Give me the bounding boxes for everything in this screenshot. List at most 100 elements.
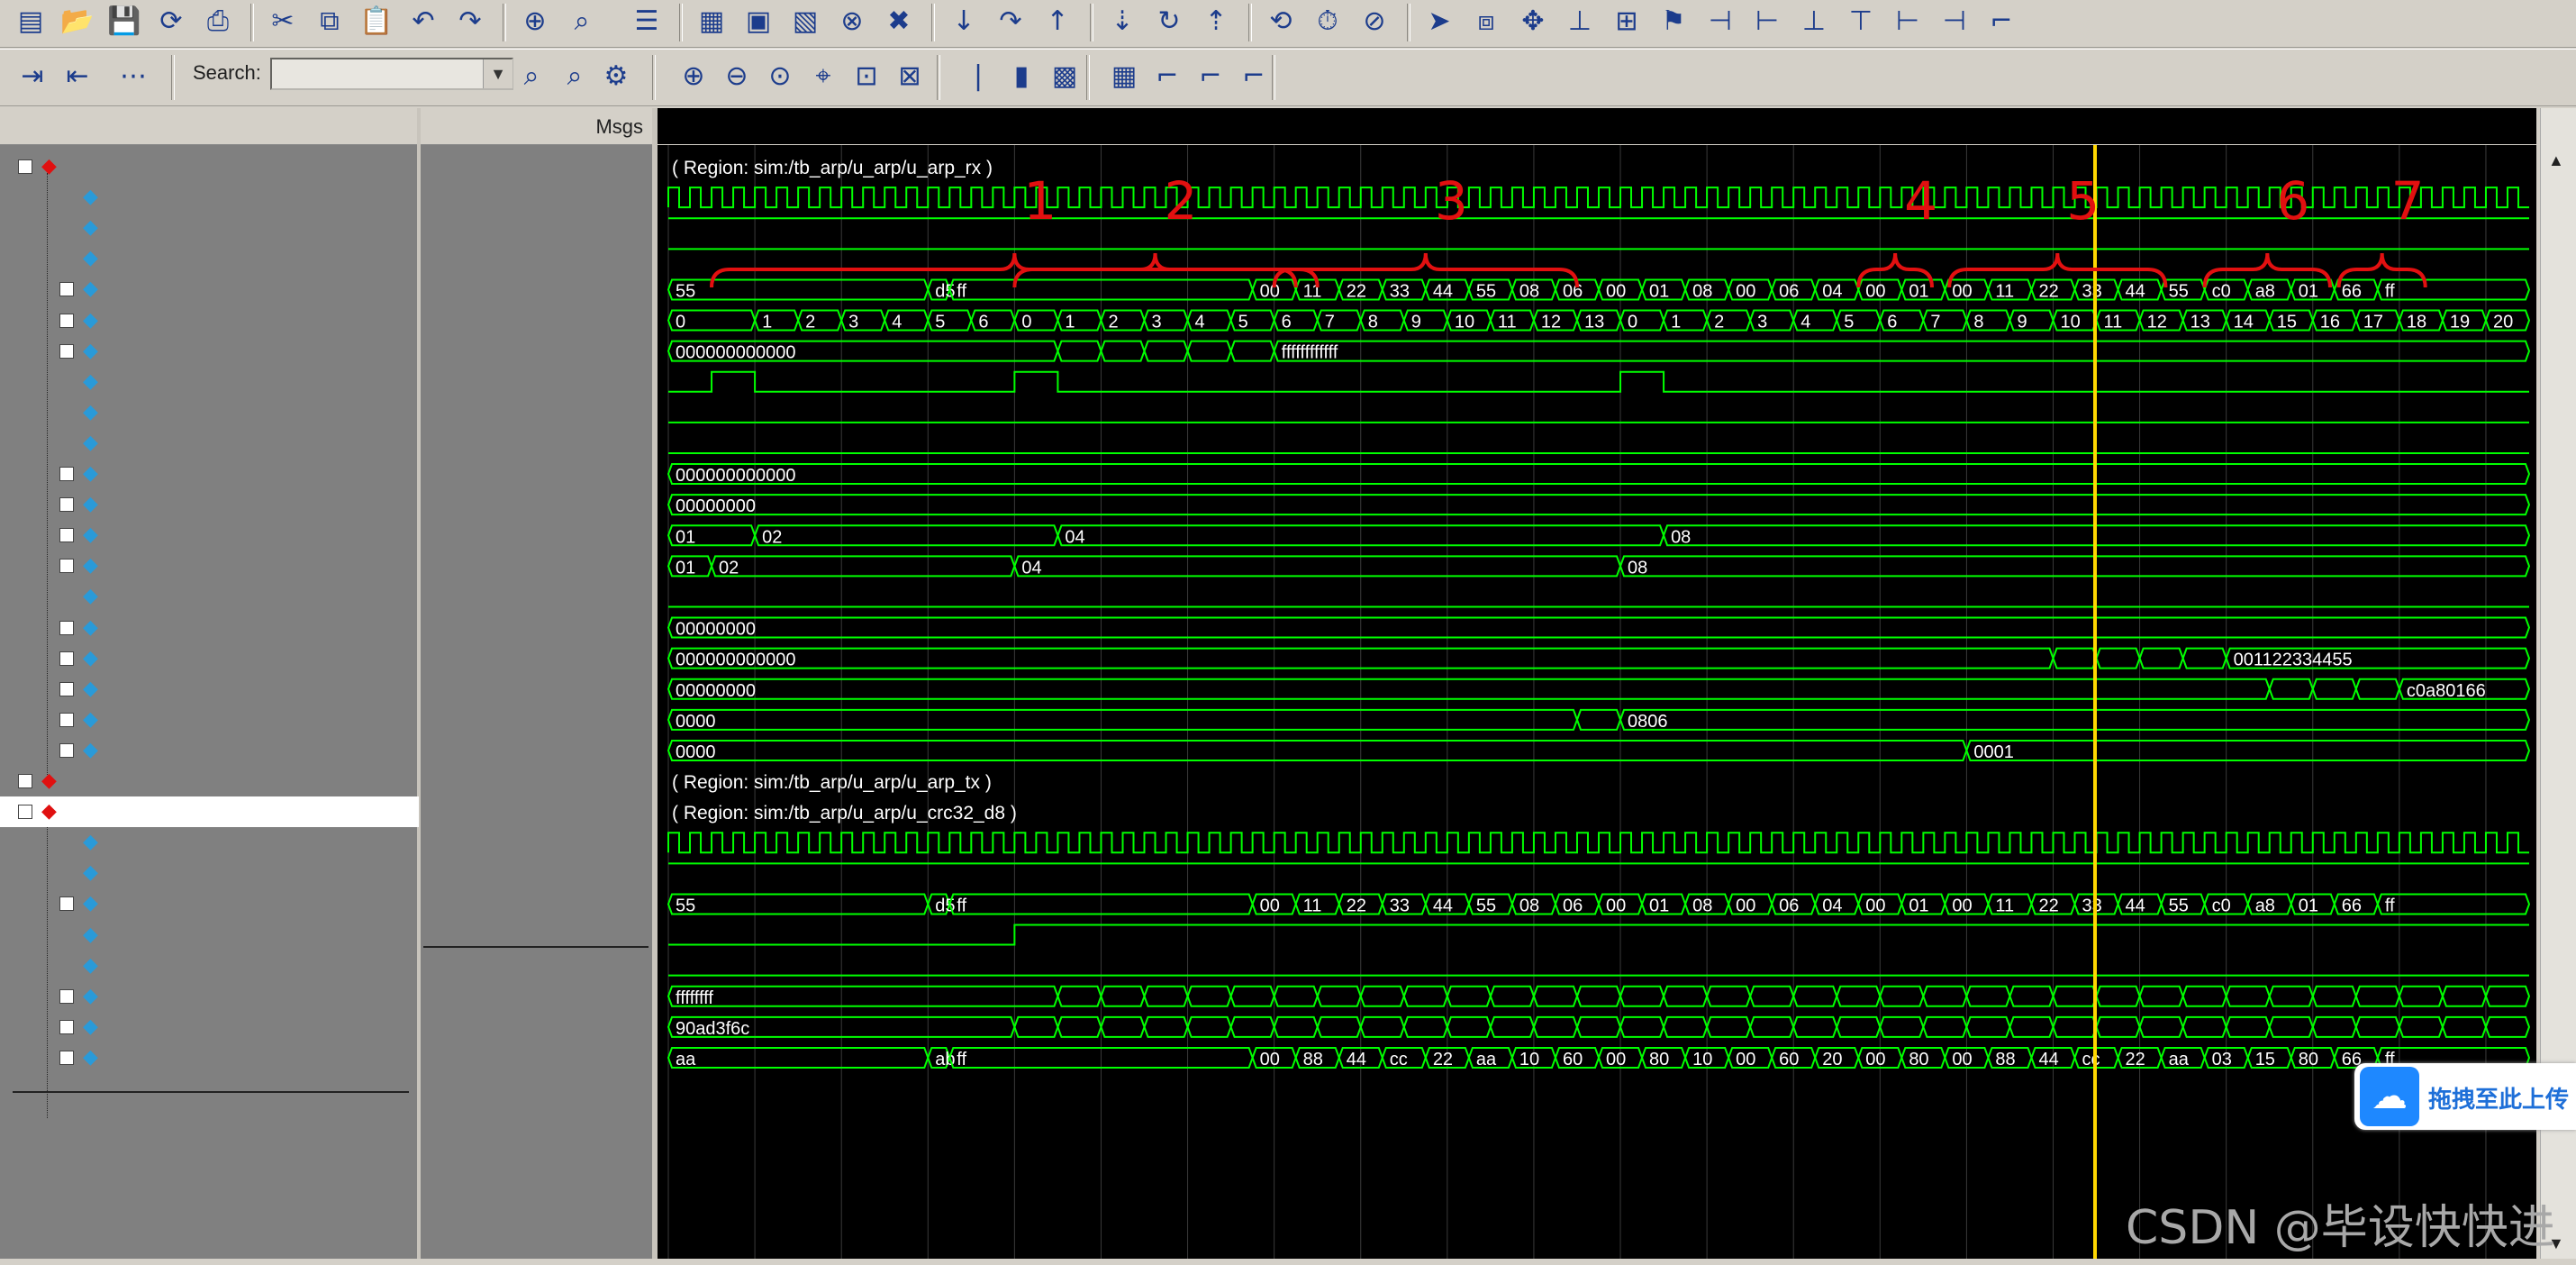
expand-icon[interactable] — [18, 774, 32, 788]
signal-group-row[interactable]: ◆ — [0, 796, 419, 828]
step-over-icon[interactable]: ↷ — [991, 2, 1030, 41]
compile-all-icon[interactable]: ▣ — [739, 2, 778, 41]
signal-row[interactable]: ◆ — [0, 489, 419, 520]
upload-badge[interactable]: ☁ 拖拽至此上传 — [2354, 1063, 2576, 1130]
paste-icon[interactable]: 📋 — [357, 2, 396, 41]
bar-icon-2[interactable]: ▮ — [1002, 57, 1041, 96]
signal-group-row[interactable]: ◆ — [0, 151, 419, 182]
collapse-icon[interactable] — [18, 805, 32, 820]
expand-icon[interactable] — [59, 497, 74, 513]
expand-icon[interactable] — [59, 896, 74, 912]
list-icon[interactable]: ☰ — [627, 2, 667, 41]
signal-row[interactable]: ◆ — [0, 459, 419, 489]
zoom-out-icon[interactable]: ⊖ — [717, 57, 757, 96]
expand-icon[interactable] — [59, 620, 74, 635]
expand-icon[interactable] — [59, 1019, 74, 1034]
wave-style-icon-2[interactable]: ⌐ — [1147, 57, 1187, 96]
zoom-cursor-icon[interactable]: ⌖ — [803, 57, 843, 96]
signal-row[interactable]: ◆ — [0, 735, 419, 766]
signal-row[interactable]: ◆ — [0, 827, 419, 858]
group-icon[interactable]: ⋯ — [113, 57, 153, 96]
filter-icon[interactable]: ⚙ — [596, 57, 636, 96]
pan-mode-icon[interactable]: ✥ — [1513, 2, 1553, 41]
expand-icon[interactable] — [59, 712, 74, 727]
bar-icon-3[interactable]: ▩ — [1045, 57, 1084, 96]
signal-row[interactable]: ◆ — [0, 397, 419, 428]
signal-group-row[interactable]: ◆ — [0, 766, 419, 796]
expand-icon[interactable] — [59, 343, 74, 359]
save-icon[interactable]: 💾 — [104, 2, 144, 41]
edge-fall-icon[interactable]: ⊣ — [1935, 2, 1974, 41]
signal-row[interactable]: ◆ — [0, 243, 419, 274]
reload-icon[interactable]: ⟳ — [151, 2, 191, 41]
waveform-pane[interactable]: ( Region: sim:/tb_arp/u_arp/u_arp_rx ) 55… — [658, 145, 2536, 1259]
scroll-up-icon[interactable]: ▲ — [2548, 151, 2564, 170]
insert-cursor-icon[interactable]: ⊞ — [1607, 2, 1646, 41]
signal-row[interactable]: ◆ — [0, 981, 419, 1012]
expand-icon[interactable] — [59, 282, 74, 297]
signal-row[interactable]: ◆ — [0, 674, 419, 705]
print-icon[interactable]: ⎙ — [198, 2, 238, 41]
zoom-mode-icon[interactable]: ⧈ — [1466, 2, 1506, 41]
add-wave-icon[interactable]: ⊕ — [515, 2, 555, 41]
signal-row[interactable]: ◆ — [0, 520, 419, 551]
bar-icon-1[interactable]: | — [958, 57, 998, 96]
signal-row[interactable]: ◆ — [0, 182, 419, 213]
stop-icon[interactable]: ✖ — [879, 2, 919, 41]
restart-icon[interactable]: ⟲ — [1261, 2, 1301, 41]
signal-row[interactable]: ◆ — [0, 705, 419, 735]
signal-row[interactable]: ◆ — [0, 428, 419, 459]
cursor-icon[interactable]: ⊥ — [1560, 2, 1600, 41]
open-folder-icon[interactable]: 📂 — [58, 2, 97, 41]
signal-row[interactable]: ◆ — [0, 367, 419, 397]
break-icon[interactable]: ⊗ — [832, 2, 872, 41]
signal-row[interactable]: ◆ — [0, 613, 419, 643]
cut-icon[interactable]: ✂ — [263, 2, 303, 41]
expand-icon[interactable] — [59, 681, 74, 696]
simulate-icon[interactable]: ▧ — [785, 2, 825, 41]
signal-row[interactable]: ◆ — [0, 213, 419, 243]
time-marker-icon[interactable]: ⚑ — [1654, 2, 1693, 41]
expand-icon[interactable]: ⇥ — [13, 57, 52, 96]
signal-row[interactable]: ◆ — [0, 888, 419, 919]
edge-down-icon[interactable]: ⊤ — [1841, 2, 1881, 41]
signal-row[interactable]: ◆ — [0, 581, 419, 612]
expand-icon[interactable] — [59, 988, 74, 1004]
expand-icon[interactable] — [59, 651, 74, 666]
step-out-icon[interactable]: ↑ — [1038, 2, 1077, 41]
signal-row[interactable]: ◆ — [0, 920, 419, 951]
signal-row[interactable]: ◆ — [0, 951, 419, 981]
cursor-left-icon[interactable]: ⊣ — [1701, 2, 1740, 41]
continue-icon[interactable]: ⇣ — [1102, 2, 1142, 41]
select-mode-icon[interactable]: ➤ — [1420, 2, 1459, 41]
wave-style-icon-3[interactable]: ⌐ — [1191, 57, 1230, 96]
edge-both-icon[interactable]: ⊢ — [1888, 2, 1927, 41]
expand-icon[interactable] — [59, 313, 74, 328]
wave-style-icon-1[interactable]: ▦ — [1104, 57, 1144, 96]
find-icon[interactable]: ⌕ — [562, 2, 602, 41]
find-prev-icon[interactable]: ⌕ — [555, 57, 594, 96]
run-all-icon[interactable]: ⇡ — [1196, 2, 1236, 41]
signal-row[interactable]: ◆ — [0, 336, 419, 367]
redo-icon[interactable]: ↷ — [450, 2, 490, 41]
expand-icon[interactable] — [59, 559, 74, 574]
break-all-icon[interactable]: ⊘ — [1355, 2, 1394, 41]
signal-row[interactable]: ◆ — [0, 858, 419, 888]
new-file-icon[interactable]: ▤ — [11, 2, 50, 41]
edge-rise-icon[interactable]: ⌐ — [1982, 2, 2021, 41]
find-next-icon[interactable]: ⌕ — [512, 57, 551, 96]
run-icon[interactable]: ↻ — [1149, 2, 1189, 41]
run-length-icon[interactable]: ⏱ — [1308, 2, 1347, 41]
search-dropdown-button[interactable]: ▼ — [483, 59, 512, 88]
signal-row[interactable]: ◆ — [0, 1012, 419, 1042]
signal-row[interactable]: ◆ — [0, 305, 419, 336]
zoom-range-icon[interactable]: ⊡ — [847, 57, 886, 96]
copy-icon[interactable]: ⧉ — [310, 2, 349, 41]
signal-row[interactable]: ◆ — [0, 643, 419, 674]
zoom-in-icon[interactable]: ⊕ — [674, 57, 713, 96]
expand-icon[interactable] — [59, 467, 74, 481]
signal-row[interactable]: ◆ — [0, 1042, 419, 1073]
collapse-icon[interactable]: ⇤ — [58, 57, 97, 96]
signal-row[interactable]: ◆ — [0, 551, 419, 581]
cursor-right-icon[interactable]: ⊢ — [1747, 2, 1787, 41]
